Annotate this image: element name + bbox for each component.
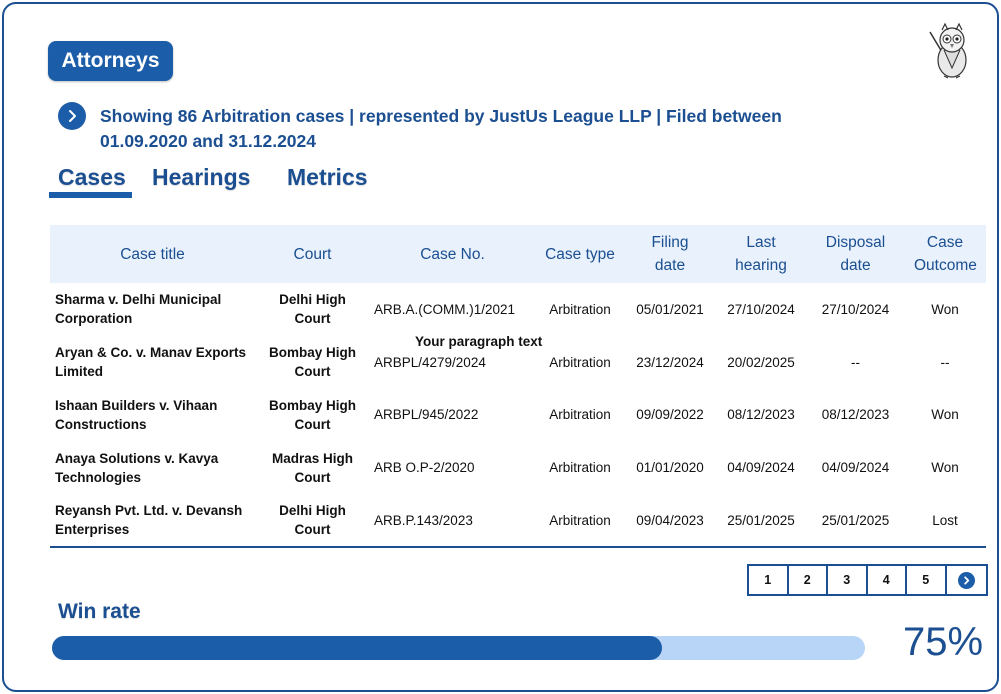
chevron-right-icon — [69, 110, 76, 122]
cases-table: Case title Court Case No. Case type Fili… — [50, 225, 986, 548]
next-page-button[interactable] — [947, 566, 987, 594]
last-hearing-cell: 08/12/2023 — [727, 407, 795, 423]
filing-date-cell: 09/09/2022 — [636, 407, 704, 423]
tab-hearings[interactable]: Hearings — [152, 164, 250, 191]
disposal-date-cell: 04/09/2024 — [821, 460, 890, 476]
case-outcome-cell: Won — [931, 301, 959, 317]
filing-date-cell: 09/04/2023 — [625, 494, 715, 548]
case-type-cell: Arbitration — [549, 301, 611, 317]
disposal-date-cell: 25/01/2025 — [807, 494, 904, 548]
page-button-5[interactable]: 5 — [907, 566, 947, 594]
case-number-cell: ARB.A.(COMM.)1/2021 — [374, 301, 516, 317]
last-hearing-cell: 25/01/2025 — [715, 494, 807, 548]
case-title-cell[interactable]: Reyansh Pvt. Ltd. v. Devansh Enterprises — [50, 494, 255, 548]
case-title-cell[interactable]: Aryan & Co. v. Manav Exports Limited — [50, 336, 255, 389]
placeholder-paragraph-text[interactable]: Your paragraph text — [415, 334, 542, 349]
page-button-2[interactable]: 2 — [789, 566, 828, 594]
filter-summary: Showing 86 Arbitration cases | represent… — [100, 104, 860, 154]
win-rate-progress-fill — [52, 636, 662, 660]
table-header-row: Case title Court Case No. Case type Fili… — [50, 225, 986, 283]
filter-summary-line-2: 01.09.2020 and 31.12.2024 — [100, 131, 317, 151]
win-rate-progress-bar — [52, 636, 865, 660]
case-outcome-cell: Won — [931, 407, 959, 423]
page-button-3[interactable]: 3 — [828, 566, 868, 594]
last-hearing-cell: 27/10/2024 — [727, 301, 795, 317]
case-title-cell[interactable]: Sharma v. Delhi Municipal Corporation — [50, 283, 255, 336]
tab-cases[interactable]: Cases — [58, 164, 126, 191]
table-row[interactable]: Sharma v. Delhi Municipal Corporation De… — [50, 283, 986, 336]
case-type-cell: Arbitration — [535, 494, 625, 548]
case-type-cell: Arbitration — [549, 354, 611, 370]
disposal-date-cell: 27/10/2024 — [821, 301, 890, 317]
active-tab-indicator — [49, 192, 132, 198]
column-header-court[interactable]: Court — [255, 225, 370, 283]
filing-date-cell: 05/01/2021 — [636, 301, 704, 317]
case-title-cell[interactable]: Anaya Solutions v. Kavya Technologies — [50, 441, 255, 494]
case-number-cell: ARBPL/945/2022 — [374, 407, 479, 423]
column-header-filing-date[interactable]: Filing date — [625, 225, 715, 283]
filing-date-cell: 01/01/2020 — [636, 460, 704, 476]
page-button-4[interactable]: 4 — [868, 566, 907, 594]
column-header-last-hearing[interactable]: Last hearing — [715, 225, 807, 283]
court-cell: Delhi High Court — [279, 292, 346, 327]
win-rate-label: Win rate — [58, 600, 141, 623]
table-row[interactable]: Anaya Solutions v. Kavya Technologies Ma… — [50, 441, 986, 494]
last-hearing-cell: 04/09/2024 — [727, 460, 795, 476]
case-type-cell: Arbitration — [549, 407, 611, 423]
case-number-cell: ARB.P.143/2023 — [370, 494, 535, 548]
case-outcome-cell: Won — [931, 460, 959, 476]
last-hearing-cell: 20/02/2025 — [727, 354, 795, 370]
tab-metrics[interactable]: Metrics — [287, 164, 368, 191]
table-row[interactable]: Reyansh Pvt. Ltd. v. Devansh Enterprises… — [50, 494, 986, 548]
column-header-case-outcome[interactable]: Case Outcome — [904, 225, 986, 283]
column-header-case-title[interactable]: Case title — [50, 225, 255, 283]
court-cell: Bombay High Court — [268, 397, 356, 432]
disposal-date-cell: -- — [851, 354, 860, 370]
disposal-date-cell: 08/12/2023 — [821, 407, 890, 423]
case-outcome-cell: -- — [940, 354, 950, 370]
owl-professor-icon — [929, 22, 967, 79]
chevron-right-icon — [957, 571, 975, 589]
pagination: 1 2 3 4 5 — [747, 564, 988, 596]
column-header-disposal-date[interactable]: Disposal date — [807, 225, 904, 283]
filing-date-cell: 23/12/2024 — [636, 354, 704, 370]
court-cell: Madras High Court — [271, 450, 353, 485]
cases-table-container: Case title Court Case No. Case type Fili… — [50, 225, 986, 548]
page-title: Attorneys — [48, 41, 173, 81]
case-title-cell[interactable]: Ishaan Builders v. Vihaan Constructions — [50, 389, 255, 442]
column-header-case-type[interactable]: Case type — [535, 225, 625, 283]
column-header-case-no[interactable]: Case No. — [370, 225, 535, 283]
page-button-1[interactable]: 1 — [749, 566, 789, 594]
summary-expand-button[interactable] — [58, 102, 86, 130]
win-rate-value: 75% — [903, 620, 984, 664]
case-type-cell: Arbitration — [549, 460, 611, 476]
court-cell: Delhi High Court — [255, 494, 370, 548]
table-row[interactable]: Ishaan Builders v. Vihaan Constructions … — [50, 389, 986, 442]
case-outcome-cell: Lost — [904, 494, 986, 548]
filter-summary-line-1: Showing 86 Arbitration cases | represent… — [100, 106, 782, 126]
case-number-cell: ARB O.P-2/2020 — [374, 460, 475, 476]
court-cell: Bombay High Court — [268, 345, 356, 380]
